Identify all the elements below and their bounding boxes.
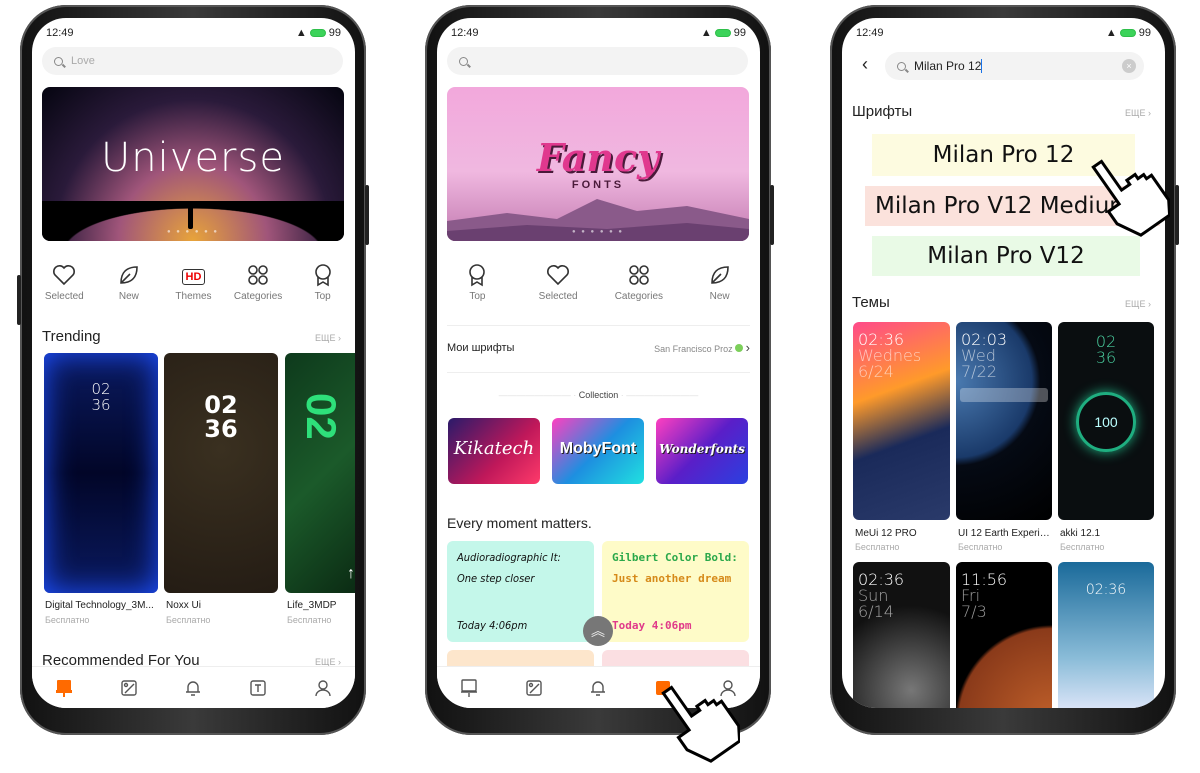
leaf-icon (710, 266, 729, 284)
heart-icon (53, 265, 76, 286)
battery-indicator: ▲ 99 (295, 27, 341, 39)
nav-ringtones[interactable] (589, 679, 607, 697)
fonts-more-link[interactable]: ЕЩЕ › (1125, 108, 1151, 118)
status-time: 12:49 (46, 27, 74, 39)
category-row: Top Selected Categories New (437, 262, 760, 306)
search-input[interactable]: Milan Pro 12 × (885, 52, 1144, 80)
arrow-up-icon: ↑ (347, 565, 355, 582)
theme-card-digital-technology[interactable]: 02 36 (44, 353, 158, 593)
clear-search-button[interactable]: × (1122, 59, 1136, 73)
moments-title: Every moment matters. (447, 515, 592, 531)
selected-button[interactable]: Selected (34, 262, 94, 306)
double-chevron-up-icon: ︽ (591, 623, 605, 639)
categories-button[interactable]: Categories (228, 262, 288, 306)
status-bar: 12:49 ▲ 99 (46, 26, 341, 40)
collection-label: ———————— · Collection · ———————— (498, 390, 699, 400)
screen-fonts: 12:49 ▲ 99 Fancy FONTS ● ● ● ● ● ● Top Se… (437, 18, 760, 708)
moment-card-audioradiographic[interactable]: Audioradiographic It: One step closer Toda… (447, 541, 594, 642)
moment-card-gilbert[interactable]: Gilbert Color Bold: Just another dream Tod… (602, 541, 749, 642)
theme-card-akki-12-1[interactable]: 02 36 100 (1058, 322, 1154, 520)
medal-icon (314, 264, 331, 287)
top-button[interactable]: Top (293, 262, 353, 306)
medal-icon (469, 264, 486, 287)
search-input[interactable] (447, 47, 748, 75)
categories-icon (248, 265, 268, 285)
nav-wallpaper[interactable] (525, 679, 543, 697)
wallpaper-icon (526, 679, 542, 696)
phone-1: 12:49 ▲ 99 Love Universe ● ● ● ● ● ● Sele… (17, 5, 369, 735)
leaf-icon (120, 266, 138, 284)
ringtone-icon (186, 680, 201, 696)
top-button[interactable]: Top (447, 262, 507, 306)
screen-search-results: 12:49 ▲ 99 ‹ Milan Pro 12 × Шрифты ЕЩЕ › … (842, 18, 1165, 708)
wallpaper-icon (121, 679, 137, 696)
banner-title: Universe (101, 135, 285, 181)
nav-ringtones[interactable] (184, 679, 202, 697)
heart-icon (547, 265, 570, 286)
trending-header: Trending ЕЩЕ › (42, 328, 341, 345)
phone-2: 12:49 ▲ 99 Fancy FONTS ● ● ● ● ● ● Top Se… (425, 5, 774, 735)
nav-themes[interactable] (55, 679, 73, 697)
themes-header: Темы ЕЩЕ › (852, 294, 1151, 311)
trending-more-link[interactable]: ЕЩЕ › (315, 333, 341, 343)
ringtone-icon (591, 680, 606, 696)
banner-fancy-fonts[interactable]: Fancy FONTS ● ● ● ● ● ● (447, 87, 749, 241)
nav-themes[interactable] (460, 678, 478, 697)
category-row: Selected New HD Themes Categories Top (32, 262, 355, 306)
battery-icon (1119, 29, 1136, 38)
nav-profile[interactable] (314, 679, 332, 697)
theme-card-meui-12-pro[interactable]: 02:36 Wednes 6/24 (853, 322, 950, 520)
scroll-top-button[interactable]: ︽ (583, 616, 613, 646)
selected-button[interactable]: Selected (528, 262, 588, 306)
battery-icon (714, 29, 731, 38)
check-icon (735, 344, 744, 352)
theme-card-ui-12-earth[interactable]: 02:03 Wed 7/22 (956, 322, 1052, 520)
fonts-header: Шрифты ЕЩЕ › (852, 103, 1151, 120)
collection-mobyfont[interactable]: MobyFont (552, 418, 644, 484)
collection-kikatech[interactable]: Kikatech (448, 418, 540, 484)
categories-button[interactable]: Categories (609, 262, 669, 306)
nav-fonts[interactable] (249, 679, 267, 697)
search-icon (54, 56, 63, 66)
search-icon (897, 61, 906, 71)
themes-icon (461, 678, 478, 697)
hand-cursor-icon (661, 685, 740, 763)
screen-home: 12:49 ▲ 99 Love Universe ● ● ● ● ● ● Sele… (32, 18, 355, 708)
phone-3: 12:49 ▲ 99 ‹ Milan Pro 12 × Шрифты ЕЩЕ › … (830, 5, 1179, 735)
profile-icon (314, 679, 331, 696)
themes-icon (56, 679, 73, 697)
hand-cursor-icon (1091, 159, 1170, 237)
battery-icon (309, 29, 326, 38)
chevron-left-icon: ‹ (862, 54, 868, 74)
theme-card-4[interactable]: 02:36 Sun 6/14 (853, 562, 950, 708)
bottom-nav (32, 666, 355, 708)
nav-wallpaper[interactable] (120, 679, 138, 697)
theme-card-6[interactable]: 02:36 (1058, 562, 1154, 708)
themes-button[interactable]: HD Themes (163, 262, 223, 306)
themes-more-link[interactable]: ЕЩЕ › (1125, 299, 1151, 309)
theme-card-5[interactable]: 11:56 Fri 7/3 (956, 562, 1052, 708)
theme-card-life-3mdp[interactable]: 02 ↑ (285, 353, 355, 593)
hd-icon: HD (181, 268, 206, 285)
status-bar: 12:49 ▲ 99 (856, 27, 1151, 39)
new-button[interactable]: New (99, 262, 159, 306)
categories-icon (629, 265, 649, 285)
status-bar: 12:49 ▲ 99 (451, 27, 746, 39)
search-icon (459, 56, 468, 66)
back-button[interactable]: ‹ (862, 54, 868, 75)
new-button[interactable]: New (690, 262, 750, 306)
banner-universe[interactable]: Universe ● ● ● ● ● ● (42, 87, 344, 241)
collection-wonderfonts[interactable]: Wonderfonts (656, 418, 748, 484)
fonts-icon (250, 679, 266, 696)
my-fonts-row[interactable]: Мои шрифты San Francisco Proz › (447, 340, 750, 355)
search-input[interactable]: Love (42, 47, 343, 75)
theme-card-noxx-ui[interactable]: 02 36 (164, 353, 278, 593)
